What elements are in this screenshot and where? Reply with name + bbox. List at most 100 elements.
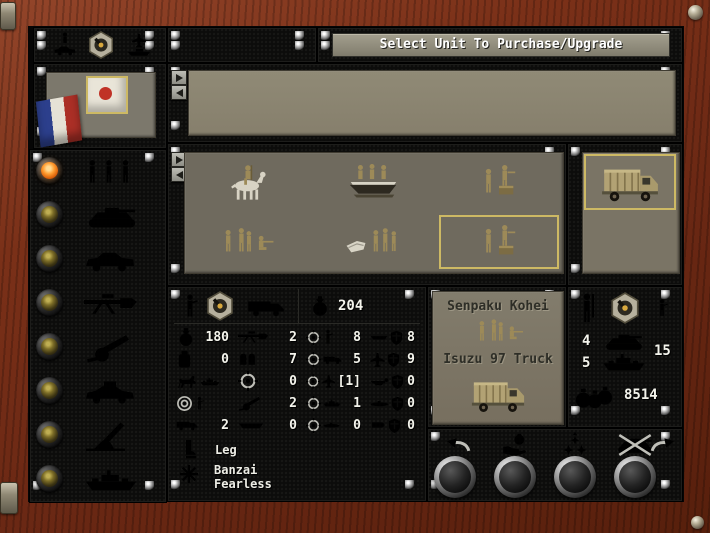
stats-header: 204 [174, 289, 420, 324]
stat-defense-naval: 8 [370, 326, 424, 348]
message-strip-panel [168, 64, 682, 142]
case-latch-top [0, 2, 16, 30]
purchase-button[interactable] [494, 456, 536, 498]
undo-button[interactable] [434, 456, 476, 498]
air-sea-units-icon[interactable] [126, 33, 152, 57]
boat-icon [370, 333, 388, 342]
message-strip [188, 70, 676, 136]
truck-icon [176, 419, 198, 431]
stat-range: 0 [238, 370, 306, 392]
shield-icon [387, 352, 400, 367]
armored-car-icon [84, 380, 136, 404]
spacer-panel [168, 28, 316, 62]
preview-selected-cell[interactable] [584, 154, 676, 210]
stat-value: 2 [289, 330, 306, 345]
arrow-left-icon [176, 89, 183, 97]
stat-attack-air: [1] [306, 370, 370, 392]
stat-value: 180 [206, 330, 238, 345]
shield-icon [391, 396, 404, 411]
sidebar-item-anti-tank[interactable] [32, 282, 166, 326]
sidebar-item-infantry[interactable] [32, 150, 166, 194]
shield-icon [390, 330, 403, 345]
artillery-icon [238, 395, 264, 412]
action-bar-panel [428, 429, 682, 501]
undo-arrow-icon [439, 436, 471, 453]
transport-preview-panel [568, 144, 682, 285]
tank-class-led[interactable] [36, 201, 63, 228]
unit-cell-infantry-squad[interactable] [184, 212, 310, 272]
infantry-class-led[interactable] [36, 157, 63, 184]
stat-value: 2 [221, 418, 238, 433]
stat-value: 0 [407, 374, 424, 389]
stat-attack-naval: 1 [306, 392, 370, 414]
shell-icon [370, 421, 386, 429]
unit-cell-engineers-selected[interactable] [436, 212, 562, 272]
shield-icon [388, 418, 401, 433]
sidebar-item-naval[interactable] [32, 458, 166, 502]
ship-icon [600, 353, 648, 371]
top-toolbar [34, 28, 166, 62]
land-unit-count: 4 [582, 333, 590, 349]
stat-value: 0 [407, 396, 424, 411]
truck-sprite [469, 374, 527, 414]
truck-icon[interactable] [244, 297, 288, 317]
stat-cost: 180 [176, 326, 238, 348]
soldier-icon [323, 329, 333, 345]
recon-class-led[interactable] [36, 245, 63, 272]
unit-cell-engineers[interactable] [436, 152, 562, 212]
pack-icon [176, 350, 193, 369]
arrow-right-icon [176, 156, 183, 164]
land-units-icon[interactable] [52, 32, 78, 58]
stat-value: [1] [338, 374, 370, 389]
redo-arrow-icon [650, 436, 682, 453]
roster-panel: 4 5 15 8514 [568, 287, 682, 427]
unit-cell-cavalry[interactable] [184, 152, 310, 212]
raft-team-sprite [344, 225, 402, 259]
unit-grid [184, 152, 562, 272]
hex-toggle-icon[interactable] [204, 290, 236, 322]
unit-class-sidebar [30, 150, 166, 502]
unit-cell-landing-boat[interactable] [310, 152, 436, 212]
hex-toggle-icon[interactable] [86, 30, 116, 60]
truck-icon [323, 354, 342, 365]
sidebar-item-air-defense[interactable] [32, 370, 166, 414]
strip-scroll-down-button[interactable] [171, 85, 187, 100]
artillery-icon [84, 333, 138, 363]
stat-value: 1 [353, 396, 370, 411]
artillery-class-led[interactable] [36, 333, 63, 360]
total-unit-count: 15 [654, 343, 671, 359]
stars-upgrade-icon [562, 432, 588, 456]
upgrade-button[interactable] [554, 456, 596, 498]
sidebar-item-tank[interactable] [32, 194, 166, 238]
stat-value: 0 [221, 352, 238, 367]
japan-flag[interactable] [86, 76, 128, 114]
boot-icon [182, 439, 197, 460]
stat-value: 8 [353, 330, 370, 345]
soldier-icon[interactable] [182, 293, 198, 319]
air-defense-class-led[interactable] [36, 377, 63, 404]
unit-cost-value: 204 [338, 298, 363, 314]
strip-scroll-up-button[interactable] [171, 70, 187, 85]
landing-boat-sprite [344, 162, 402, 202]
arrow-left-icon [176, 171, 183, 179]
stat-defense-close: 0 [370, 370, 424, 392]
page-title: Select Unit To Purchase/Upgrade [332, 33, 670, 57]
france-flag[interactable] [36, 94, 82, 147]
unit-cell-raft-team[interactable] [310, 212, 436, 272]
hex-toggle-icon[interactable] [608, 291, 642, 325]
sidebar-item-recon[interactable] [32, 238, 166, 282]
stat-attack-hard: 5 [306, 348, 370, 370]
rings-icon [176, 395, 193, 412]
disband-button[interactable] [614, 456, 656, 498]
naval-class-led[interactable] [36, 465, 63, 492]
rifleman-icon [578, 293, 598, 325]
traits-row: Banzai Fearless [180, 463, 272, 491]
no-tank-icon [617, 433, 653, 456]
sidebar-item-anti-aircraft[interactable] [32, 414, 166, 458]
sidebar-item-artillery[interactable] [32, 326, 166, 370]
soldier-icon [656, 297, 668, 319]
anti-aircraft-class-led[interactable] [36, 421, 63, 448]
anti-tank-class-led[interactable] [36, 289, 63, 316]
stat-value: 9 [407, 352, 424, 367]
trait-banzai: Banzai [214, 463, 272, 477]
